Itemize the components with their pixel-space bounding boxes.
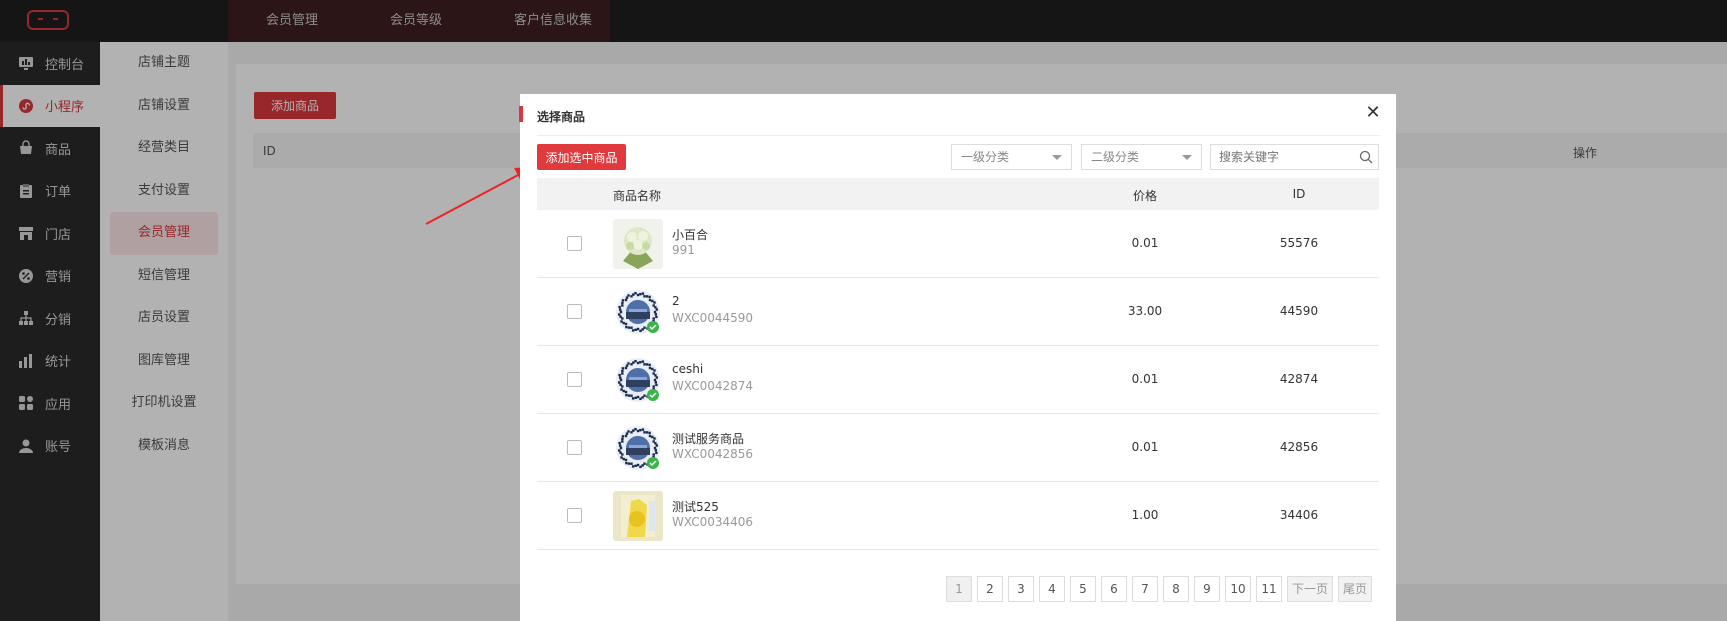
product-table-header: 商品名称 价格 ID (537, 178, 1379, 210)
category1-value: 一级分类 (961, 150, 1010, 164)
divider (537, 135, 1380, 136)
category1-select[interactable]: 一级分类 (951, 144, 1072, 170)
dialog-title: 选择商品 (537, 110, 586, 124)
chevron-down-icon (1052, 155, 1062, 160)
search-icon[interactable] (1359, 150, 1373, 164)
category2-select[interactable]: 二级分类 (1081, 144, 1202, 170)
product-table: 商品名称 价格 ID 小百合 991 0.01 55576 2 WXC0044590 33.… (537, 178, 1379, 550)
page-button[interactable]: 1 (945, 576, 972, 602)
product-thumbnail (613, 423, 663, 473)
product-name: 测试服务商品 (672, 432, 745, 446)
product-thumbnail (613, 219, 663, 269)
product-id: 42874 (1279, 372, 1319, 386)
column-price: 价格 (1132, 189, 1157, 203)
page-button[interactable]: 8 (1162, 576, 1189, 602)
next-page-button[interactable]: 下一页 (1286, 576, 1333, 602)
product-price: 0.01 (1131, 372, 1159, 386)
column-product-name: 商品名称 (613, 189, 662, 203)
page-button[interactable]: 2 (976, 576, 1003, 602)
product-code: 991 (672, 243, 695, 257)
product-id: 44590 (1279, 304, 1319, 318)
close-icon[interactable]: ✕ (1364, 104, 1382, 122)
product-price: 1.00 (1131, 508, 1159, 522)
last-page-button[interactable]: 尾页 (1337, 576, 1372, 602)
product-code: WXC0034406 (672, 515, 754, 529)
category2-value: 二级分类 (1091, 150, 1140, 164)
page-button[interactable]: 5 (1069, 576, 1096, 602)
column-id: ID (1292, 187, 1306, 201)
product-name: 2 (672, 294, 680, 308)
product-name: 小百合 (672, 228, 709, 242)
product-thumbnail (613, 491, 663, 541)
page-button[interactable]: 9 (1193, 576, 1220, 602)
product-id: 42856 (1279, 440, 1319, 454)
product-row[interactable]: 测试525 WXC0034406 1.00 34406 (537, 482, 1379, 550)
product-price: 0.01 (1131, 440, 1159, 454)
title-accent (519, 106, 523, 122)
row-checkbox[interactable] (567, 236, 582, 251)
pagination: 1 2 3 4 5 6 7 8 9 10 11 下一页 尾页 (945, 576, 1372, 602)
row-checkbox[interactable] (567, 508, 582, 523)
product-code: WXC0042874 (672, 379, 754, 393)
product-price: 33.00 (1127, 304, 1163, 318)
product-thumbnail (613, 355, 663, 405)
row-checkbox[interactable] (567, 440, 582, 455)
page-button[interactable]: 3 (1007, 576, 1034, 602)
product-name: ceshi (672, 362, 704, 376)
product-id: 55576 (1279, 236, 1319, 250)
page-button[interactable]: 10 (1224, 576, 1251, 602)
product-row[interactable]: 2 WXC0044590 33.00 44590 (537, 278, 1379, 346)
page-button[interactable]: 7 (1131, 576, 1158, 602)
product-code: WXC0044590 (672, 311, 754, 325)
page-button[interactable]: 6 (1100, 576, 1127, 602)
search-box (1210, 144, 1379, 170)
select-product-dialog: 选择商品 ✕ 添加选中商品 一级分类 二级分类 商品名称 价格 ID 小百合99… (519, 94, 1396, 621)
chevron-down-icon (1182, 155, 1192, 160)
page-button[interactable]: 4 (1038, 576, 1065, 602)
product-code: WXC0042856 (672, 447, 754, 461)
product-price: 0.01 (1131, 236, 1159, 250)
product-id: 34406 (1279, 508, 1319, 522)
add-selected-button[interactable]: 添加选中商品 (537, 144, 626, 170)
row-checkbox[interactable] (567, 304, 582, 319)
search-input[interactable] (1211, 145, 1349, 169)
product-row[interactable]: 小百合 991 0.01 55576 (537, 210, 1379, 278)
product-row[interactable]: ceshi WXC0042874 0.01 42874 (537, 346, 1379, 414)
product-thumbnail (613, 287, 663, 337)
product-name: 测试525 (672, 500, 719, 514)
product-row[interactable]: 测试服务商品 WXC0042856 0.01 42856 (537, 414, 1379, 482)
page-button[interactable]: 11 (1255, 576, 1282, 602)
row-checkbox[interactable] (567, 372, 582, 387)
